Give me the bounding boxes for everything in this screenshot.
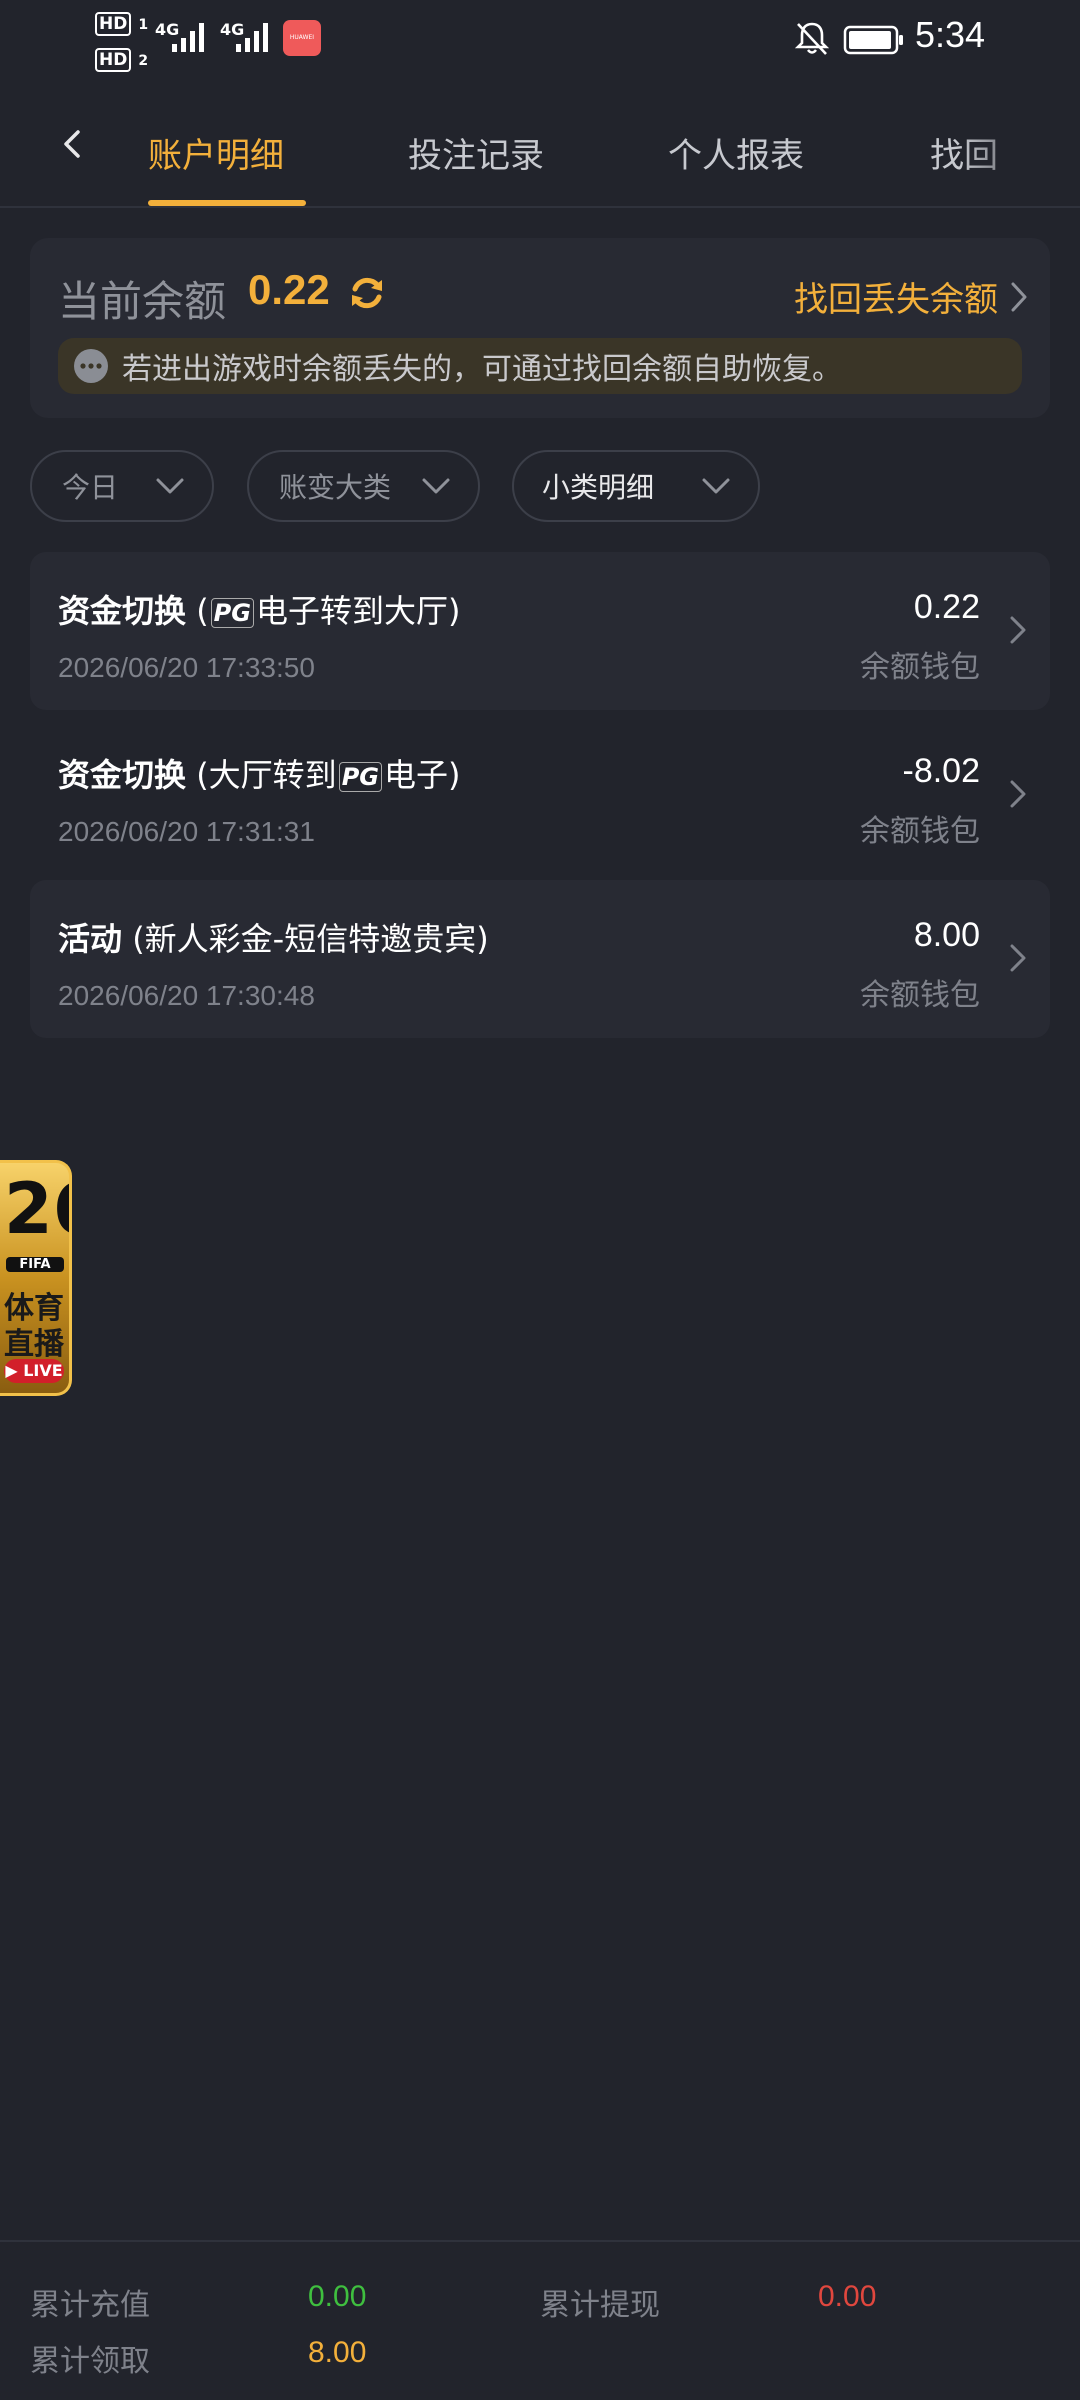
active-tab-indicator xyxy=(148,200,306,206)
filter-subcategory-label: 小类明细 xyxy=(542,471,655,504)
record-amount: 0.22 xyxy=(913,588,980,626)
record-wallet: 余额钱包 xyxy=(860,650,980,685)
total-withdraw-value: 0.00 xyxy=(818,2280,877,2313)
tab-overflow-fade xyxy=(960,110,1080,190)
account-details-page: HD 1 HD 2 4G 4G HUAWEI 5:34 账户明细 投注记录 个人… xyxy=(0,0,1080,2400)
chevron-down-icon xyxy=(422,478,450,494)
recover-balance-link[interactable]: 找回丢失余额 xyxy=(794,272,1030,321)
filter-change-category[interactable]: 账变大类 xyxy=(247,450,480,522)
record-wallet: 余额钱包 xyxy=(860,814,980,849)
filter-change-category-label: 账变大类 xyxy=(279,471,392,504)
tab-bar: 账户明细 投注记录 个人报表 找回 xyxy=(0,80,1080,208)
refresh-icon[interactable] xyxy=(348,274,386,312)
tab-bet-records[interactable]: 投注记录 xyxy=(408,128,544,177)
record-title: 活动 (新人彩金-短信特邀贵宾) xyxy=(58,920,489,958)
total-claim-label: 累计领取 xyxy=(30,2344,150,2379)
chevron-right-icon xyxy=(1011,282,1027,311)
signal-icon xyxy=(172,23,204,52)
chevron-down-icon xyxy=(156,478,184,494)
filter-date[interactable]: 今日 xyxy=(30,450,214,522)
chevron-right-icon xyxy=(1010,616,1026,644)
pg-logo-icon: PG xyxy=(210,598,254,628)
recover-balance-label: 找回丢失余额 xyxy=(794,280,998,320)
battery-icon xyxy=(843,25,903,55)
hd1-indicator: HD 1 xyxy=(95,10,148,36)
record-title: 资金切换 (大厅转到 PG 电子) xyxy=(58,756,461,794)
chat-bubble-icon xyxy=(74,349,108,383)
list-item[interactable]: 资金切换 (大厅转到 PG 电子) 2026/06/20 17:31:31 -8.0… xyxy=(30,716,1050,874)
balance-value: 0.22 xyxy=(248,266,330,313)
record-amount: -8.02 xyxy=(902,752,981,790)
record-amount: 8.00 xyxy=(913,916,980,954)
filter-date-label: 今日 xyxy=(62,471,119,504)
app-notification-icon: HUAWEI xyxy=(283,20,321,56)
chevron-right-icon xyxy=(1010,944,1026,972)
fifa-label: FIFA xyxy=(6,1257,64,1272)
record-wallet: 余额钱包 xyxy=(860,978,980,1013)
filter-subcategory[interactable]: 小类明细 xyxy=(512,450,760,522)
promo-line-2: 直播 xyxy=(4,1327,64,1362)
balance-label: 当前余额 xyxy=(58,277,227,326)
total-deposit-value: 0.00 xyxy=(308,2280,367,2313)
pg-logo-icon: PG xyxy=(338,762,382,792)
list-item[interactable]: 活动 (新人彩金-短信特邀贵宾) 2026/06/20 17:30:48 8.0… xyxy=(30,880,1050,1038)
promo-number: 26 xyxy=(4,1168,69,1250)
bell-muted-icon xyxy=(794,22,830,55)
record-time: 2026/06/20 17:30:48 xyxy=(58,980,315,1011)
record-time: 2026/06/20 17:33:50 xyxy=(58,652,315,683)
clock: 5:34 xyxy=(915,14,986,55)
balance-card: 当前余额 0.22 找回丢失余额 若进出游戏时余额丢失的，可通过找回余额自助恢复… xyxy=(30,238,1050,418)
total-withdraw-label: 累计提现 xyxy=(540,2288,660,2323)
list-item[interactable]: 资金切换 (PG 电子转到大厅) 2026/06/20 17:33:50 0.22… xyxy=(30,552,1050,710)
live-badge: ▶ LIVE xyxy=(4,1359,64,1383)
chevron-right-icon xyxy=(1010,780,1026,808)
signal-icon-2 xyxy=(236,23,268,52)
tab-personal-report[interactable]: 个人报表 xyxy=(668,128,804,177)
tab-account-details[interactable]: 账户明细 xyxy=(148,128,284,177)
recover-notice: 若进出游戏时余额丢失的，可通过找回余额自助恢复。 xyxy=(58,338,1022,394)
chevron-down-icon xyxy=(702,478,730,494)
totals-footer: 累计充值 0.00 累计提现 0.00 累计领取 8.00 xyxy=(0,2240,1080,2400)
back-arrow-icon[interactable] xyxy=(58,124,88,164)
status-bar: HD 1 HD 2 4G 4G HUAWEI 5:34 xyxy=(0,0,1080,80)
notice-text: 若进出游戏时余额丢失的，可通过找回余额自助恢复。 xyxy=(122,352,842,387)
record-title: 资金切换 (PG 电子转到大厅) xyxy=(58,592,461,630)
record-time: 2026/06/20 17:31:31 xyxy=(58,816,315,847)
hd2-indicator: HD 2 xyxy=(95,46,148,72)
total-deposit-label: 累计充值 xyxy=(30,2288,150,2323)
total-claim-value: 8.00 xyxy=(308,2336,367,2369)
sports-live-promo-button[interactable]: 26 FIFA 体育 直播 ▶ LIVE xyxy=(0,1160,72,1396)
